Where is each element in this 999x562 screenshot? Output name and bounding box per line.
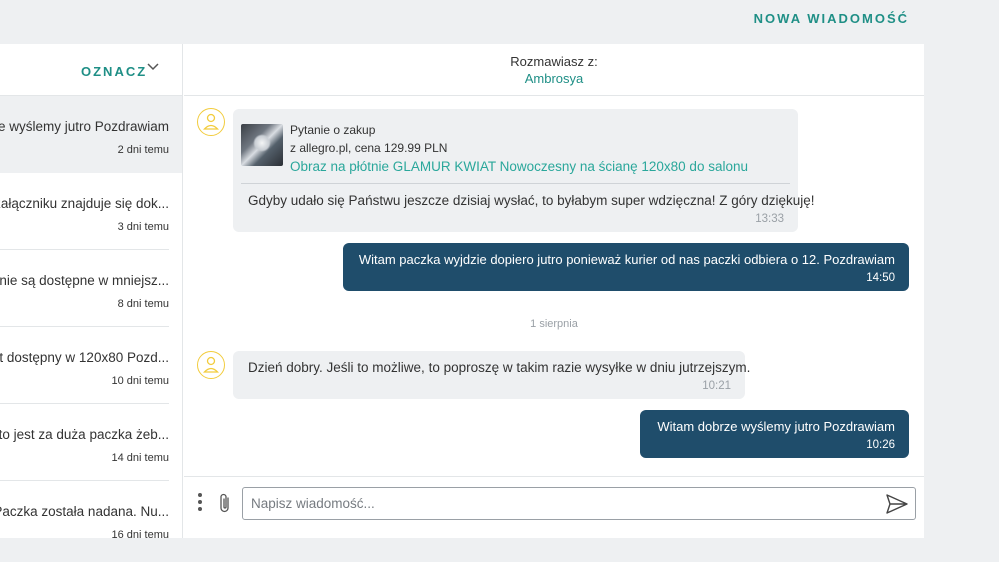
- conversation-time: 2 dni temu: [117, 144, 169, 156]
- messages-panel: OZNACZ Witam dobrze wyślemy jutro Pozdra…: [0, 44, 924, 538]
- send-icon[interactable]: [885, 493, 909, 515]
- message-text: Witam dobrze wyślemy jutro Pozdrawiam: [657, 419, 895, 434]
- conversation-item[interactable]: Niestety to jest za duża paczka żeb... 1…: [0, 404, 182, 481]
- conversation-item[interactable]: W załączniku znajduje się dok... 3 dni t…: [0, 173, 182, 250]
- conversation-item[interactable]: Obrazy nie są dostępne w mniejsz... 8 dn…: [0, 250, 182, 327]
- partner-name[interactable]: Ambrosya: [184, 71, 924, 86]
- conversation-time: 8 dni temu: [117, 298, 169, 310]
- conversation-preview: W załączniku znajduje się dok...: [0, 196, 169, 211]
- message-input[interactable]: [243, 488, 863, 519]
- user-avatar-icon: [197, 351, 225, 379]
- chat-header: Rozmawiasz z: Ambrosya: [184, 44, 924, 96]
- chat-area: Rozmawiasz z: Ambrosya Pytanie o zakup z…: [184, 44, 924, 538]
- product-source: z allegro.pl, cena 129.99 PLN: [290, 141, 448, 155]
- message-time: 10:21: [702, 380, 731, 392]
- conversation-time: 3 dni temu: [117, 221, 169, 233]
- user-avatar-icon: [197, 108, 225, 136]
- message-bubble-outgoing: Witam paczka wyjdzie dopiero jutro ponie…: [343, 243, 909, 291]
- product-question-label: Pytanie o zakup: [290, 123, 376, 137]
- conversation-item[interactable]: Paczka została nadana. Nu... 16 dni temu: [0, 481, 182, 538]
- talking-with-label: Rozmawiasz z:: [510, 54, 598, 69]
- message-time: 14:50: [866, 272, 895, 284]
- conversation-preview: Obraz jest dostępny w 120x80 Pozd...: [0, 350, 169, 365]
- conversation-item[interactable]: Obraz jest dostępny w 120x80 Pozd... 10 …: [0, 327, 182, 404]
- top-bar: NOWA WIADOMOŚĆ: [0, 0, 999, 44]
- conversation-list-header: OZNACZ: [0, 44, 182, 96]
- message-bubble-outgoing: Witam dobrze wyślemy jutro Pozdrawiam 10…: [640, 410, 909, 458]
- message-text: Witam paczka wyjdzie dopiero jutro ponie…: [358, 252, 895, 267]
- conversation-preview: Paczka została nadana. Nu...: [0, 504, 169, 519]
- message-time: 10:26: [866, 439, 895, 451]
- day-separator: 1 sierpnia: [530, 318, 578, 330]
- conversation-preview: Witam dobrze wyślemy jutro Pozdrawiam: [0, 119, 169, 134]
- message-bubble-incoming: Pytanie o zakup z allegro.pl, cena 129.9…: [233, 109, 815, 232]
- more-vertical-icon[interactable]: [197, 493, 203, 513]
- divider: [241, 183, 790, 184]
- message-text: Gdyby udało się Państwu jeszcze dzisiaj …: [248, 193, 815, 208]
- conversation-preview: Obrazy nie są dostępne w mniejsz...: [0, 273, 169, 288]
- product-thumbnail[interactable]: [241, 124, 283, 166]
- conversation-time: 14 dni temu: [111, 452, 169, 464]
- message-bubble-incoming: Dzień dobry. Jeśli to możliwe, to popros…: [233, 351, 750, 399]
- chevron-down-icon[interactable]: [146, 60, 160, 74]
- message-input-box: [242, 487, 916, 520]
- message-text: Dzień dobry. Jeśli to możliwe, to popros…: [248, 360, 751, 375]
- new-message-button[interactable]: NOWA WIADOMOŚĆ: [754, 11, 909, 26]
- mark-dropdown[interactable]: OZNACZ: [81, 64, 147, 79]
- conversation-preview: Niestety to jest za duża paczka żeb...: [0, 427, 169, 442]
- message-time: 13:33: [755, 213, 784, 225]
- product-link[interactable]: Obraz na płótnie GLAMUR KWIAT Nowoczesny…: [290, 159, 748, 174]
- conversation-time: 10 dni temu: [111, 375, 169, 387]
- paperclip-icon[interactable]: [218, 492, 232, 514]
- conversation-time: 16 dni temu: [111, 529, 169, 538]
- conversation-list: OZNACZ Witam dobrze wyślemy jutro Pozdra…: [0, 44, 183, 538]
- conversation-item[interactable]: Witam dobrze wyślemy jutro Pozdrawiam 2 …: [0, 96, 182, 173]
- composer: [184, 476, 924, 538]
